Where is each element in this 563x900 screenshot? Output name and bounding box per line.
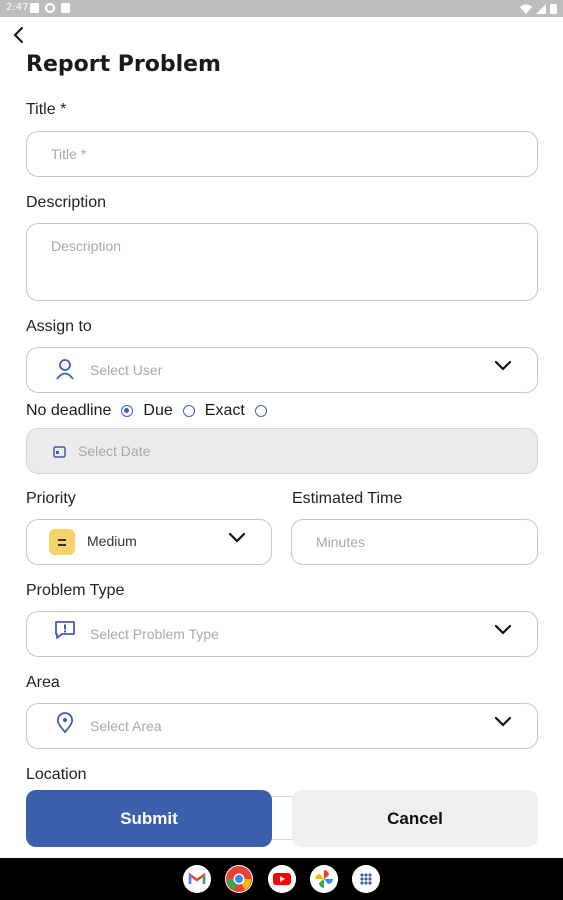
problem-type-select[interactable]: Select Problem Type <box>26 611 538 657</box>
no-deadline-label: No deadline <box>26 402 112 419</box>
user-icon <box>56 359 74 380</box>
area-select[interactable]: Select Area <box>26 703 538 749</box>
due-radio[interactable] <box>182 405 195 417</box>
priority-select[interactable]: Medium <box>26 519 272 565</box>
chevron-down-icon <box>494 360 512 371</box>
area-placeholder: Select Area <box>90 718 162 734</box>
wifi-icon <box>520 4 532 14</box>
gmail-icon[interactable] <box>183 865 211 893</box>
status-bar: 2:47 <box>0 0 563 17</box>
title-placeholder: Title * <box>51 146 87 162</box>
chevron-down-icon <box>494 624 512 635</box>
priority-label: Priority <box>26 490 76 507</box>
date-placeholder: Select Date <box>78 443 151 459</box>
area-label: Area <box>26 674 60 691</box>
location-pin-icon <box>56 712 74 734</box>
priority-value: Medium <box>87 533 137 549</box>
estimated-time-label: Estimated Time <box>292 490 403 507</box>
app-drawer-icon[interactable] <box>352 865 380 893</box>
select-date-field: Select Date <box>26 428 538 474</box>
chevron-down-icon <box>494 716 512 727</box>
chrome-icon[interactable] <box>225 865 253 893</box>
no-deadline-radio[interactable] <box>121 405 134 417</box>
photos-icon[interactable] <box>310 865 338 893</box>
calendar-icon <box>53 446 66 458</box>
page-title: Report Problem <box>26 52 221 77</box>
submit-button[interactable]: Submit <box>26 790 272 847</box>
title-label: Title * <box>26 101 67 118</box>
assign-placeholder: Select User <box>90 362 163 378</box>
report-icon <box>55 621 75 639</box>
problem-type-placeholder: Select Problem Type <box>90 626 219 642</box>
sync-icon <box>45 3 55 13</box>
estimated-time-input[interactable]: Minutes <box>291 519 538 565</box>
sim-icon <box>61 3 70 13</box>
cancel-button[interactable]: Cancel <box>292 790 538 847</box>
notification-icon <box>30 3 39 13</box>
location-label: Location <box>26 766 87 783</box>
exact-radio[interactable] <box>254 405 267 417</box>
due-label: Due <box>143 402 173 419</box>
chevron-down-icon <box>228 532 246 543</box>
youtube-icon[interactable] <box>268 865 296 893</box>
back-arrow-icon[interactable] <box>10 25 30 45</box>
battery-icon <box>550 4 557 14</box>
assign-user-select[interactable]: Select User <box>26 347 538 393</box>
description-input[interactable]: Description <box>26 223 538 301</box>
signal-icon <box>536 3 546 14</box>
assign-to-label: Assign to <box>26 318 92 335</box>
description-label: Description <box>26 194 107 211</box>
status-time: 2:47 <box>6 2 29 13</box>
description-placeholder: Description <box>51 238 122 254</box>
priority-medium-icon <box>49 529 75 555</box>
minutes-placeholder: Minutes <box>316 534 366 550</box>
exact-label: Exact <box>204 402 245 419</box>
title-input[interactable]: Title * <box>26 131 538 177</box>
problem-type-label: Problem Type <box>26 582 125 599</box>
deadline-radio-group: No deadline Due Exact <box>26 399 277 423</box>
